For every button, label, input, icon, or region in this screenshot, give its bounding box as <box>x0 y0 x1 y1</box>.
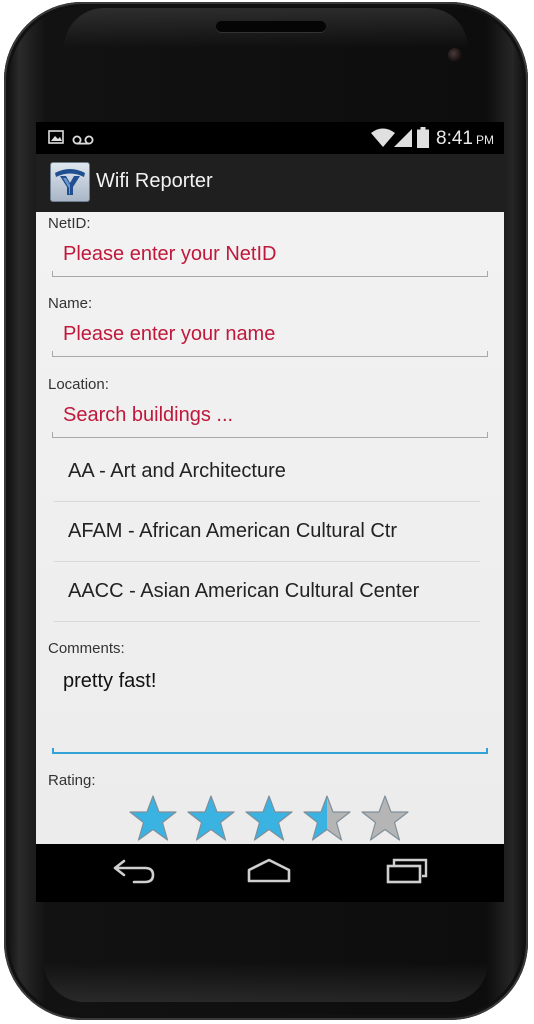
front-camera <box>448 48 462 62</box>
name-underline <box>52 351 488 357</box>
battery-icon <box>417 127 429 153</box>
device-screen: 8:41 PM Wifi Reporter NetID: Please enter… <box>36 122 504 902</box>
status-bar: 8:41 PM <box>36 122 504 154</box>
suggestion-label: AFAM - African American Cultural Ctr <box>68 520 397 542</box>
suggestion-label: AA - Art and Architecture <box>68 460 286 482</box>
comments-value: pretty fast! <box>63 670 157 692</box>
image-icon <box>48 130 64 149</box>
app-title: Wifi Reporter <box>96 170 213 192</box>
netid-underline <box>52 271 488 277</box>
recent-apps-icon[interactable] <box>384 856 434 890</box>
rating-bar[interactable] <box>128 794 418 844</box>
rating-label: Rating: <box>48 772 96 789</box>
suggestion-label: AACC - Asian American Cultural Center <box>68 580 420 602</box>
location-suggestion-aacc[interactable]: AACC - Asian American Cultural Center <box>54 562 480 622</box>
star-icon[interactable] <box>360 794 410 842</box>
netid-label: NetID: <box>48 215 91 232</box>
signal-icon <box>393 128 413 153</box>
location-underline <box>52 432 488 438</box>
action-bar: Wifi Reporter <box>36 154 504 212</box>
navigation-bar <box>36 844 504 902</box>
comments-underline <box>52 748 488 754</box>
location-label: Location: <box>48 376 109 393</box>
location-placeholder: Search buildings ... <box>63 404 234 426</box>
status-ampm: PM <box>475 133 494 147</box>
star-icon[interactable] <box>128 794 178 842</box>
name-label: Name: <box>48 295 93 312</box>
star-icon[interactable] <box>186 794 236 842</box>
star-icon[interactable] <box>302 794 352 842</box>
status-time: 8:41 PM <box>436 128 494 149</box>
name-field[interactable]: Please enter your name <box>52 313 488 357</box>
back-icon[interactable] <box>112 856 162 890</box>
netid-field[interactable]: Please enter your NetID <box>52 233 488 277</box>
location-search-field[interactable]: Search buildings ... <box>52 394 488 438</box>
voicemail-icon <box>72 132 94 150</box>
phone-bottom-shine <box>44 962 488 1002</box>
wifi-icon <box>371 128 395 153</box>
name-placeholder: Please enter your name <box>63 323 276 345</box>
app-logo-icon[interactable] <box>50 162 90 202</box>
netid-placeholder: Please enter your NetID <box>63 243 277 265</box>
comments-label: Comments: <box>48 640 125 657</box>
location-suggestion-afam[interactable]: AFAM - African American Cultural Ctr <box>54 502 480 562</box>
home-icon[interactable] <box>246 856 296 890</box>
star-icon[interactable] <box>244 794 294 842</box>
earpiece-speaker <box>216 21 326 32</box>
phone-frame: 8:41 PM Wifi Reporter NetID: Please enter… <box>4 2 528 1020</box>
location-suggestion-aa[interactable]: AA - Art and Architecture <box>54 442 480 502</box>
report-form: NetID: Please enter your NetID Name: Ple… <box>36 212 504 844</box>
comments-field[interactable]: pretty fast! <box>52 660 488 754</box>
